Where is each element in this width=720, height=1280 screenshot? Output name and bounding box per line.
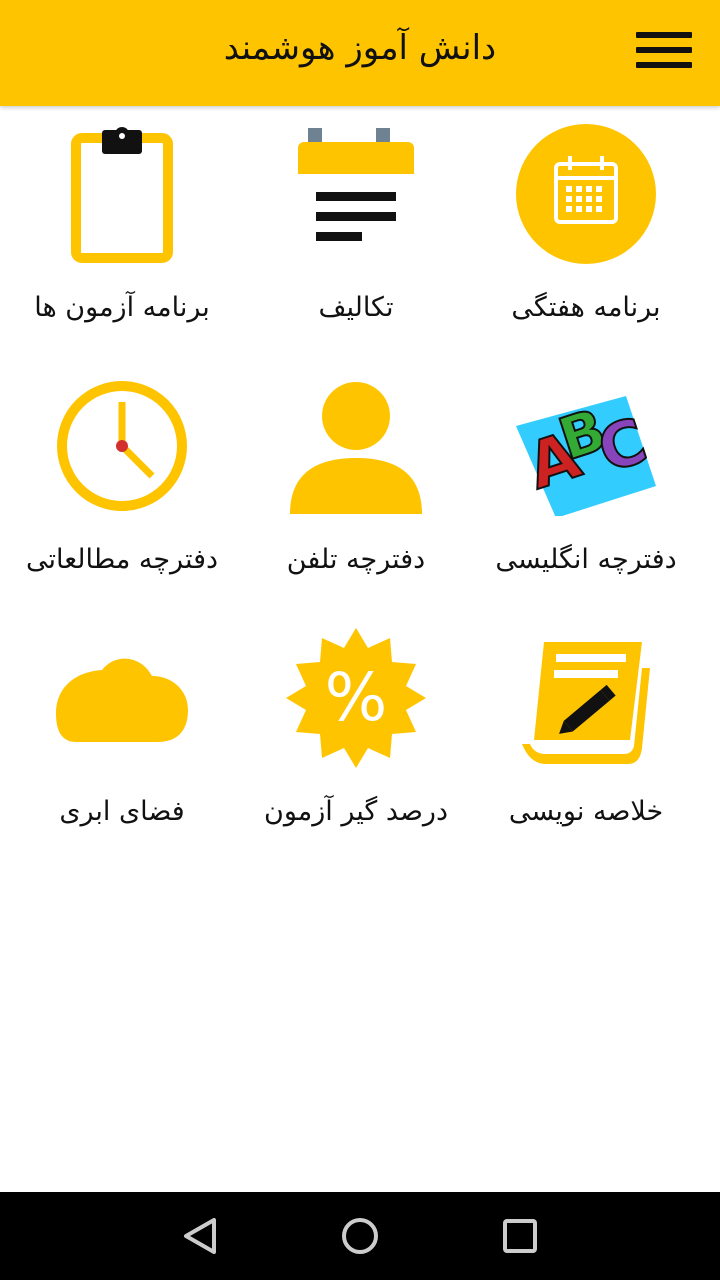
recents-square-icon[interactable] xyxy=(490,1206,550,1266)
tile-homework[interactable]: تکالیف xyxy=(236,106,476,358)
tile-english-notebook[interactable]: A B C دفترچه انگلیسی xyxy=(466,358,706,610)
system-nav-bar xyxy=(0,1192,720,1280)
person-icon xyxy=(290,382,422,514)
tile-label: دفترچه تلفن xyxy=(286,544,426,575)
clock-icon xyxy=(57,381,187,511)
tile-study-notebook[interactable]: دفترچه مطالعاتی xyxy=(2,358,242,610)
cloud-icon xyxy=(56,658,188,742)
home-circle-icon[interactable] xyxy=(330,1206,390,1266)
notepad-icon xyxy=(298,128,414,254)
app-title: دانش آموز هوشمند xyxy=(223,28,497,68)
tile-phone-book[interactable]: دفترچه تلفن xyxy=(236,358,476,610)
abc-letters-icon: A B C xyxy=(516,394,656,516)
calendar-icon xyxy=(516,124,656,264)
feature-grid: برنامه هفتگی تکالیف برنامه آزمون ها A B … xyxy=(0,106,720,866)
tile-label: فضای ابری xyxy=(59,796,185,827)
tile-label: برنامه هفتگی xyxy=(511,292,661,323)
svg-text:%: % xyxy=(325,659,388,736)
back-triangle-icon[interactable] xyxy=(170,1206,230,1266)
tile-label: خلاصه نویسی xyxy=(508,796,664,827)
clipboard-icon xyxy=(71,127,173,263)
notebook-pencil-icon xyxy=(522,642,650,764)
tile-exam-schedule[interactable]: برنامه آزمون ها xyxy=(2,106,242,358)
hamburger-menu-icon[interactable] xyxy=(636,32,696,76)
tile-weekly-schedule[interactable]: برنامه هفتگی xyxy=(466,106,706,358)
tile-label: دفترچه انگلیسی xyxy=(495,544,677,575)
app-bar: دانش آموز هوشمند xyxy=(0,0,720,106)
tile-summary-writing[interactable]: خلاصه نویسی xyxy=(466,610,706,862)
tile-label: برنامه آزمون ها xyxy=(34,292,210,323)
tile-label: دفترچه مطالعاتی xyxy=(25,544,219,575)
tile-label: درصد گیر آزمون xyxy=(263,796,448,827)
tile-cloud-space[interactable]: فضای ابری xyxy=(2,610,242,862)
tile-label: تکالیف xyxy=(318,292,394,323)
percent-badge-icon: % xyxy=(286,628,426,768)
tile-exam-percent[interactable]: % درصد گیر آزمون xyxy=(236,610,476,862)
